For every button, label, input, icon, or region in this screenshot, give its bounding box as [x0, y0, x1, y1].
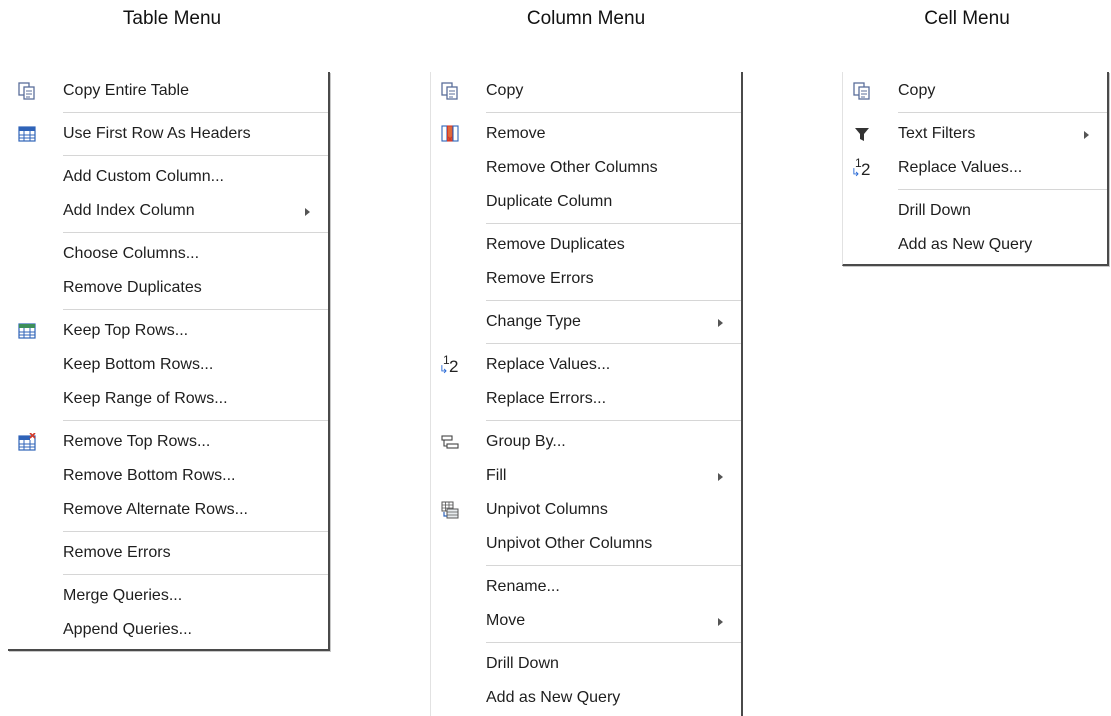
- menu-item-add-as-new-query[interactable]: Add as New Query: [431, 681, 741, 715]
- menu-item-duplicate-column[interactable]: Duplicate Column: [431, 185, 741, 219]
- menu-item-group-by[interactable]: Group By...: [431, 425, 741, 459]
- menu-item-copy[interactable]: Copy: [431, 74, 741, 108]
- menu-separator: [63, 420, 328, 421]
- menu-separator: [486, 420, 741, 421]
- menu-item-remove-errors[interactable]: Remove Errors: [8, 536, 328, 570]
- copy-icon: [8, 74, 46, 108]
- copy-icon: [843, 74, 881, 108]
- menu-item-add-index-column[interactable]: Add Index Column: [8, 194, 328, 228]
- replace-values-icon: 1 ↳ 2: [439, 353, 459, 376]
- menu-separator: [486, 223, 741, 224]
- menu-separator: [486, 343, 741, 344]
- menu-separator: [486, 565, 741, 566]
- menu-item-move[interactable]: Move: [431, 604, 741, 638]
- menu-item-copy[interactable]: Copy: [843, 74, 1107, 108]
- cell-context-menu: Copy Text Filters 1 ↳ 2 Replace Values... …: [842, 72, 1109, 266]
- menu-item-merge-queries[interactable]: Merge Queries...: [8, 579, 328, 613]
- menu-item-keep-bottom-rows[interactable]: Keep Bottom Rows...: [8, 348, 328, 382]
- group-by-icon: [431, 425, 469, 459]
- menu-separator: [63, 309, 328, 310]
- submenu-arrow-icon: [718, 319, 723, 327]
- menu-item-copy-entire-table[interactable]: Copy Entire Table: [8, 74, 328, 108]
- column-context-menu: Copy Remove Remove Other Columns Duplica…: [430, 72, 743, 716]
- menu-separator: [63, 574, 328, 575]
- menu-item-fill[interactable]: Fill: [431, 459, 741, 493]
- menu-separator: [486, 300, 741, 301]
- menu-item-add-as-new-query[interactable]: Add as New Query: [843, 228, 1107, 262]
- menu-separator: [898, 112, 1107, 113]
- unpivot-icon: [431, 493, 469, 527]
- menu-item-remove-alternate-rows[interactable]: Remove Alternate Rows...: [8, 493, 328, 527]
- filter-icon: [843, 117, 881, 151]
- menu-separator: [63, 232, 328, 233]
- menu-item-remove-errors[interactable]: Remove Errors: [431, 262, 741, 296]
- submenu-arrow-icon: [1084, 131, 1089, 139]
- menu-separator: [63, 155, 328, 156]
- menu-separator: [63, 112, 328, 113]
- submenu-arrow-icon: [305, 208, 310, 216]
- submenu-arrow-icon: [718, 618, 723, 626]
- remove-column-icon: [431, 117, 469, 151]
- menu-item-change-type[interactable]: Change Type: [431, 305, 741, 339]
- menu-item-keep-top-rows[interactable]: Keep Top Rows...: [8, 314, 328, 348]
- menu-item-add-custom-column[interactable]: Add Custom Column...: [8, 160, 328, 194]
- menu-item-rename[interactable]: Rename...: [431, 570, 741, 604]
- menu-item-replace-errors[interactable]: Replace Errors...: [431, 382, 741, 416]
- menu-item-remove-duplicates[interactable]: Remove Duplicates: [8, 271, 328, 305]
- replace-values-icon: 1 ↳ 2: [851, 156, 871, 179]
- menu-item-choose-columns[interactable]: Choose Columns...: [8, 237, 328, 271]
- table-header-icon: [8, 117, 46, 151]
- menu-separator: [486, 642, 741, 643]
- menu-item-remove-duplicates[interactable]: Remove Duplicates: [431, 228, 741, 262]
- menu-separator: [486, 112, 741, 113]
- menu-item-remove-bottom-rows[interactable]: Remove Bottom Rows...: [8, 459, 328, 493]
- menu-separator: [898, 189, 1107, 190]
- table-context-menu: Copy Entire Table Use First Row As Heade…: [8, 72, 330, 651]
- column-menu-title: Column Menu: [526, 8, 646, 29]
- menu-item-drill-down[interactable]: Drill Down: [843, 194, 1107, 228]
- cell-menu-title: Cell Menu: [924, 8, 1010, 29]
- menu-item-remove-top-rows[interactable]: Remove Top Rows...: [8, 425, 328, 459]
- table-menu-title: Table Menu: [122, 8, 222, 29]
- table-keep-icon: [8, 314, 46, 348]
- menu-item-use-first-row-as-headers[interactable]: Use First Row As Headers: [8, 117, 328, 151]
- menu-separator: [63, 531, 328, 532]
- menu-item-replace-values[interactable]: 1 ↳ 2 Replace Values...: [431, 348, 741, 382]
- menu-item-keep-range-of-rows[interactable]: Keep Range of Rows...: [8, 382, 328, 416]
- menu-item-remove-other-columns[interactable]: Remove Other Columns: [431, 151, 741, 185]
- menu-item-replace-values[interactable]: 1 ↳ 2 Replace Values...: [843, 151, 1107, 185]
- table-remove-icon: [8, 425, 46, 459]
- menu-item-text-filters[interactable]: Text Filters: [843, 117, 1107, 151]
- menu-item-drill-down[interactable]: Drill Down: [431, 647, 741, 681]
- menu-item-unpivot-columns[interactable]: Unpivot Columns: [431, 493, 741, 527]
- menu-item-remove[interactable]: Remove: [431, 117, 741, 151]
- menu-item-unpivot-other-columns[interactable]: Unpivot Other Columns: [431, 527, 741, 561]
- submenu-arrow-icon: [718, 473, 723, 481]
- menu-item-append-queries[interactable]: Append Queries...: [8, 613, 328, 647]
- copy-icon: [431, 74, 469, 108]
